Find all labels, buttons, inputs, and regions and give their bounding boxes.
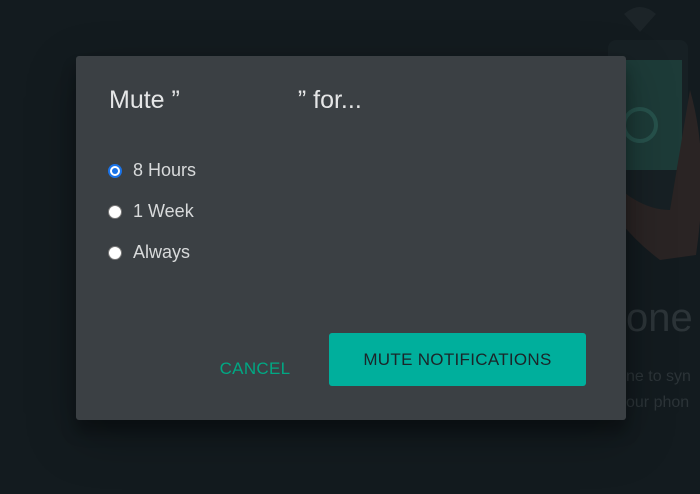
option-1-week[interactable]: 1 Week [108,191,196,232]
background-title: one [626,296,693,340]
radio-button[interactable] [108,245,122,260]
radio-button[interactable] [108,204,122,219]
mute-duration-options: 8 Hours 1 Week Always [108,150,196,273]
dialog-title-prefix: Mute ” [109,86,180,114]
option-label: 8 Hours [133,160,197,180]
mute-dialog: Mute ” ” for... 8 Hours 1 Week Always CAN… [76,56,626,420]
cancel-button[interactable]: CANCEL [209,349,301,389]
wifi-icon [624,7,656,32]
dialog-title: Mute ” ” for... [109,86,362,115]
background-text: ne to syn [626,368,691,385]
option-label: Always [133,242,191,262]
dialog-title-suffix: ” for... [297,86,362,114]
mute-notifications-button[interactable]: MUTE NOTIFICATIONS [329,333,586,386]
radio-button[interactable] [108,163,122,178]
option-8-hours[interactable]: 8 Hours [108,150,196,191]
option-always[interactable]: Always [108,232,196,273]
background-text: our phon [626,394,690,411]
option-label: 1 Week [133,201,194,221]
